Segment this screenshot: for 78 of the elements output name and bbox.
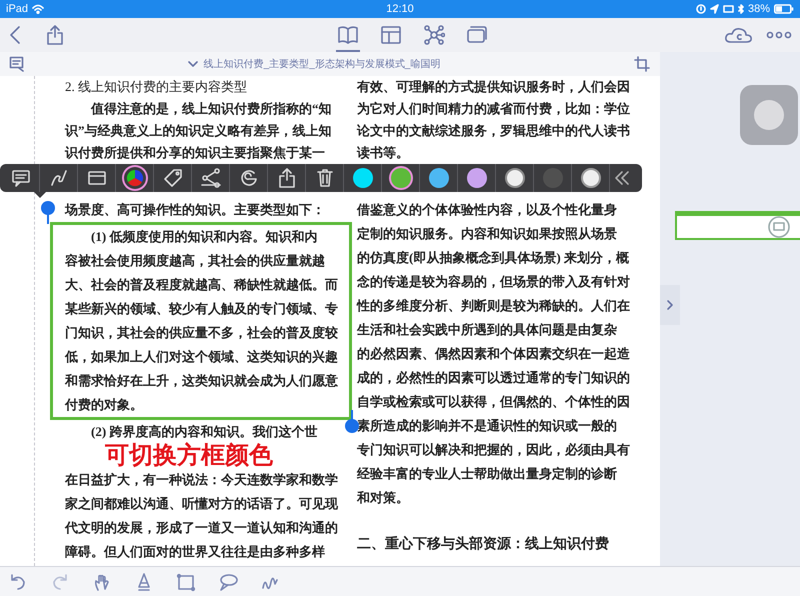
notes-list-icon[interactable]: [9, 56, 25, 72]
bluetooth-icon: [738, 4, 744, 14]
text-line: 生活和社会实践中所遇到的具体问题是由复杂: [357, 321, 618, 339]
text-line: 大、社会的普及程度就越高、稀缺性就越低。而: [65, 276, 339, 294]
text-line: 在日益扩大，有一种说法：今天连数学家和数学: [65, 471, 339, 489]
text-line: 有效、可理解的方式提供知识服务时，人们会因: [357, 78, 631, 96]
cloud-icon: [724, 25, 754, 45]
section-subheading: 2. 线上知识付费的主要内容类型: [65, 78, 248, 96]
more-icon: [766, 31, 792, 39]
layout-icon: [380, 24, 402, 46]
color-swatch[interactable]: [390, 168, 410, 188]
text-line: 和对策。: [357, 489, 410, 507]
text-line: 性的多维度分析、判断则是较为稀缺的。人们在: [357, 297, 631, 315]
text-line: 成的，必然性的因素可以透过通常的专门知识的: [357, 369, 631, 387]
text-line: (2) 跨界度高的内容和知识。我们这个世: [90, 423, 318, 441]
text-line: 门知识，其社会的供应量不多，社会的普及度较: [65, 324, 339, 342]
text-line: 为它对人们时间精力的减省而付费，比如：学位: [357, 100, 631, 118]
section-heading: 二、重心下移与头部资源：线上知识付费: [357, 534, 610, 554]
chevron-down-icon[interactable]: [188, 60, 198, 68]
mindmap-icon: [422, 24, 444, 46]
text-line: 自学或检索或可以获得，但偶然的、个体性的因: [357, 393, 631, 411]
back-chevron-icon: [8, 24, 22, 46]
text-line: 障碍。但人们面对的世界又往往是由多种多样: [65, 543, 326, 561]
text-line: (1) 低频度使用的知识和内容。知识和内: [90, 228, 318, 246]
text-line: 代文明的发展，形成了一道又一道认知和沟通的: [65, 519, 339, 537]
annotation-caption: 可切换方框颜色: [104, 444, 274, 468]
color-swatch[interactable]: [352, 168, 372, 188]
wifi-icon: [32, 4, 44, 14]
text-line: 某些新兴的领域、较少有人触及的专门领域、专: [65, 300, 339, 318]
text-line: 读书等。: [357, 144, 410, 162]
rectangle-icon: [176, 572, 196, 592]
screen-mirror-icon: [722, 4, 734, 14]
text-line: 家之间都难以沟通、听懂对方的话语了。可见现: [65, 495, 339, 513]
text-line: 识”与经典意义上的知识定义略有差异，线上知: [65, 122, 332, 140]
text-line: 的必然因素、偶然因素和个体因素交织在一起造: [357, 345, 631, 363]
text-line: 经验丰富的专业人士帮助做出量身定制的诊断: [357, 465, 618, 483]
text-line: 值得注意的是，线上知识付费所指称的“知: [90, 100, 332, 118]
speech-bubble-icon: [218, 572, 238, 592]
text-line: 念的传递是较为容易的，但场景的带入及有针对: [357, 273, 631, 291]
location-arrow-icon: [710, 4, 719, 14]
redo-icon: [50, 572, 70, 592]
text-line: 低，如果加上人们对这个领域、这类知识的兴趣: [65, 348, 339, 366]
tag-icon: [162, 167, 184, 189]
comment-marker[interactable]: [675, 211, 800, 240]
text-line: 容被社会使用频度越高，其社会的供应量就越: [65, 252, 326, 270]
book-icon: [336, 24, 358, 46]
battery-percent: 38%: [748, 3, 770, 15]
nodes-icon: [200, 167, 222, 189]
text-line: 的仿真度(即从抽象概念到具体场景) 来划分，概: [357, 249, 630, 267]
highlight-box[interactable]: (1) 低频度使用的知识和内容。知识和内 容被社会使用频度越高，其社会的供应量就越 大、社会的普及程度就越高、稀缺性就越低。而 某些新兴的领域、较少有人触及的专门领域、专 门知识，其社会的供应量不多，社会的普及度较 低，如果加上人们对这个领域、这类知识的兴趣 和需求恰好在上升，这类知识就会成为人们愿意 付费的对象。: [50, 222, 352, 420]
selection-handle[interactable]: [40, 200, 56, 224]
text-line: 付费的对象。: [65, 396, 144, 414]
text-line: 专门知识可以解决和把握的，因此，必须由具有: [357, 441, 631, 459]
text-line: 识付费所提供和分享的知识主要指聚焦于某一: [65, 144, 326, 162]
color-swatch[interactable]: [504, 168, 524, 188]
device-name: iPad: [6, 3, 28, 15]
share-icon: [46, 24, 64, 46]
text-line: 场景度、高可操作性的知识。主要类型如下：: [65, 201, 326, 219]
text-line: 借鉴意义的个体体验性内容，以及个性化量身: [357, 201, 618, 219]
undo-icon: [8, 572, 28, 592]
text-line: 定制的知识服务。内容和知识如果按照从场景: [357, 225, 618, 243]
expand-handle[interactable]: [660, 285, 680, 325]
double-chevron-icon: [614, 169, 630, 187]
text-line: 论文中的文献综述服务，罗辑思维中的代人读书: [357, 122, 631, 140]
color-swatch[interactable]: [580, 168, 600, 188]
battery-icon: [774, 4, 794, 14]
rotation-lock-icon: [696, 4, 706, 14]
crop-icon[interactable]: [634, 56, 650, 72]
document-title: 线上知识付费_主要类型_形态架构与发展模式_喻国明: [204, 58, 440, 71]
comment-icon: [10, 167, 32, 189]
clock-time: 12:10: [386, 3, 414, 15]
comment-bubble-icon: [768, 216, 790, 238]
color-swatch[interactable]: [466, 168, 486, 188]
color-swatch[interactable]: [428, 168, 448, 188]
color-wheel-icon: [124, 167, 146, 189]
cards-icon: [466, 24, 488, 46]
chevron-right-icon: [666, 299, 674, 311]
text-line: 和需求恰好在上升，这类知识就会成为人们愿意: [65, 372, 339, 390]
